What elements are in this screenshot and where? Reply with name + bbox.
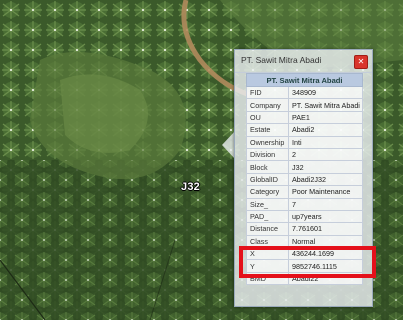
field-value: PAE1 <box>288 110 363 125</box>
popup-header: PT. Sawit Mitra Abadi ✕ <box>235 50 372 73</box>
field-name: PAD_ <box>246 209 289 224</box>
table-row: GlobalID Abadi2J32 <box>246 172 363 187</box>
field-value: 348909 <box>288 85 363 100</box>
field-value: 2 <box>288 147 363 162</box>
table-row: Block J32 <box>246 160 363 174</box>
field-value: Abadi2J32 <box>288 172 363 187</box>
field-value: Inti <box>288 135 363 149</box>
field-name: Size_ <box>246 197 289 211</box>
table-row: Ownership Inti <box>246 135 363 149</box>
table-row: Distance 7.761601 <box>246 222 363 236</box>
field-name: Category <box>246 185 289 199</box>
table-row: OU PAE1 <box>246 110 363 125</box>
table-row: Company PT. Sawit Mitra Abadi <box>246 98 363 112</box>
popup-title: PT. Sawit Mitra Abadi <box>241 55 322 65</box>
block-label: J32 <box>181 181 200 193</box>
table-row: FID 348909 <box>246 85 363 100</box>
table-row: PAD_ up7years <box>246 209 363 224</box>
field-value: 7.761601 <box>288 222 363 236</box>
table-row: Division 2 <box>246 147 363 162</box>
field-name: Estate <box>246 123 289 137</box>
field-name: Ownership <box>246 135 289 149</box>
field-value: PT. Sawit Mitra Abadi <box>288 98 363 112</box>
table-row: Size_ 7 <box>246 197 363 211</box>
field-name: FID <box>246 85 289 100</box>
close-icon: ✕ <box>357 57 365 66</box>
table-row: Category Poor Maintenance <box>246 185 363 199</box>
field-value: J32 <box>288 160 363 174</box>
close-button[interactable]: ✕ <box>354 55 368 69</box>
field-name: Division <box>246 147 289 162</box>
field-value: up7years <box>288 209 363 224</box>
field-name: Distance <box>246 222 289 236</box>
table-row: Estate Abadi2 <box>246 123 363 137</box>
field-value: Poor Maintenance <box>288 185 363 199</box>
field-value: Abadi2 <box>288 123 363 137</box>
coordinate-highlight <box>239 246 376 278</box>
field-value: 7 <box>288 197 363 211</box>
field-name: OU <box>246 110 289 125</box>
field-name: Block <box>246 160 289 174</box>
field-name: GlobalID <box>246 172 289 187</box>
field-name: Company <box>246 98 289 112</box>
table-header: PT. Sawit Mitra Abadi <box>246 73 363 87</box>
